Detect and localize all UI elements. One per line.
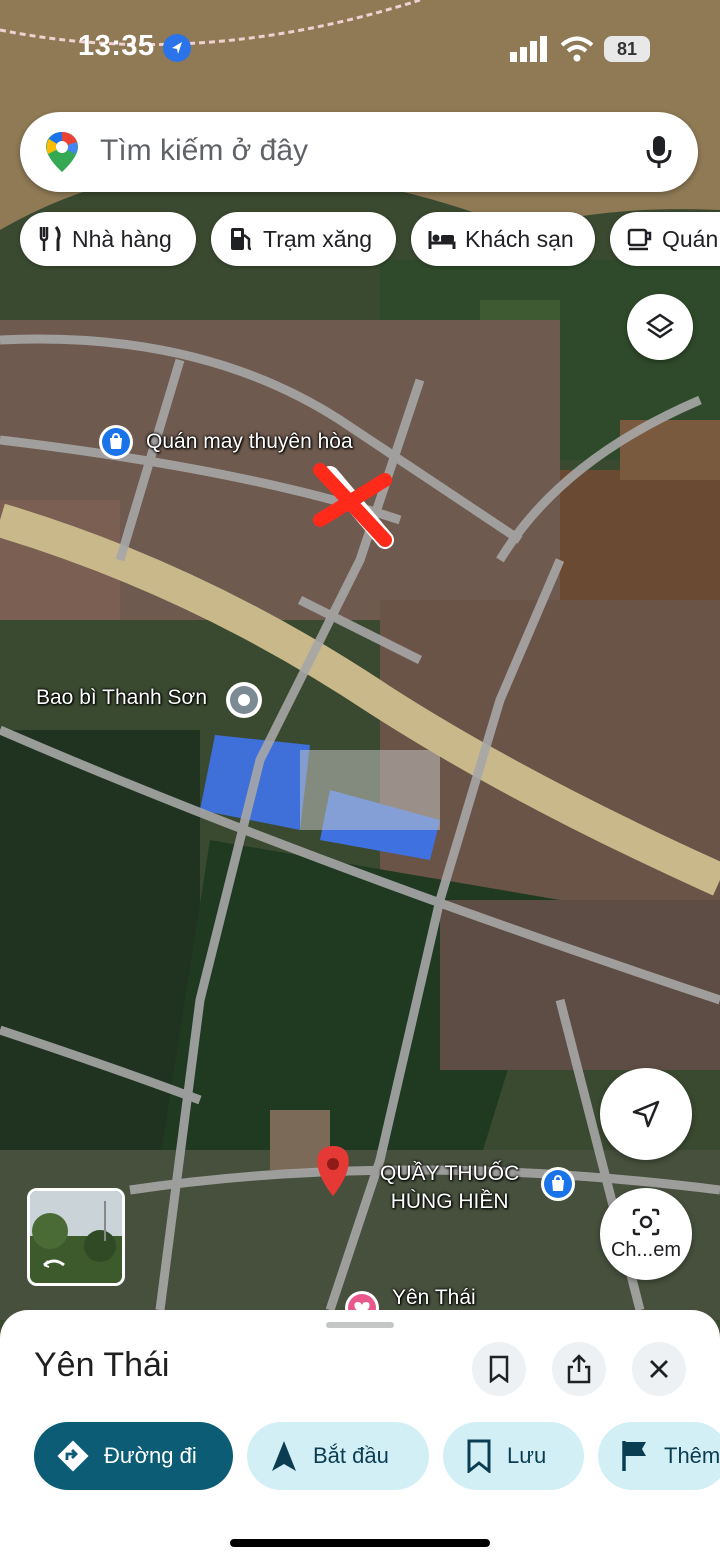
save-button[interactable]: Lưu (443, 1422, 584, 1490)
bed-icon (428, 231, 456, 249)
camera-search-button[interactable]: Ch...em (600, 1188, 692, 1280)
location-arrow-icon (163, 34, 191, 62)
save-icon-button[interactable] (472, 1342, 526, 1396)
camera-button-label: Ch...em (610, 1238, 682, 1261)
map-label-place[interactable]: Quán may thuyên hòa (146, 430, 353, 454)
bookmark-icon (467, 1439, 491, 1473)
chip-label: Trạm xăng (263, 225, 373, 252)
chip-hotels[interactable]: Khách sạn (411, 212, 595, 266)
chip-gas-stations[interactable]: Trạm xăng (211, 212, 396, 266)
close-button[interactable] (632, 1342, 686, 1396)
map-label-pharmacy[interactable]: QUẦY THUỐC HÙNG HIỀN (380, 1160, 519, 1216)
map-label-line: QUẦY THUỐC (380, 1162, 520, 1185)
directions-icon (57, 1440, 89, 1472)
microphone-icon[interactable] (644, 134, 674, 175)
home-indicator[interactable] (230, 1539, 490, 1547)
chip-label: Quán (662, 225, 719, 252)
flag-icon (622, 1441, 646, 1471)
google-maps-logo-icon (44, 130, 80, 179)
directions-label: Đường đi (104, 1443, 197, 1468)
place-title: Yên Thái (34, 1346, 170, 1384)
status-time: 13:35 (78, 30, 155, 62)
start-button[interactable]: Bắt đầu (247, 1422, 429, 1490)
chip-cafes[interactable]: Quán (610, 212, 720, 266)
map-label-line: HÙNG HIỀN (390, 1190, 509, 1213)
share-icon (567, 1354, 591, 1384)
navigation-arrow-icon (632, 1100, 660, 1128)
more-button[interactable]: Thêm (598, 1422, 720, 1490)
coffee-cup-icon (627, 228, 652, 251)
camera-icon (632, 1208, 660, 1235)
more-label: Thêm (664, 1443, 720, 1468)
chip-label: Nhà hàng (72, 225, 172, 252)
chip-restaurants[interactable]: Nhà hàng (20, 212, 196, 266)
chip-label: Khách sạn (465, 225, 574, 252)
signal-icon (510, 36, 550, 67)
navigation-arrow-icon (272, 1441, 296, 1471)
shopping-bag-marker-icon[interactable] (540, 1166, 576, 1207)
map-label-place[interactable]: Bao bì Thanh Sơn (36, 686, 207, 710)
close-icon (650, 1360, 668, 1378)
battery-icon: 81 (604, 36, 650, 62)
sheet-drag-handle[interactable] (326, 1322, 394, 1328)
my-location-button[interactable] (600, 1068, 692, 1160)
place-marker-icon[interactable] (224, 680, 264, 725)
search-input[interactable]: Tìm kiếm ở đây (100, 134, 308, 168)
save-label: Lưu (507, 1443, 547, 1468)
directions-button[interactable]: Đường đi (34, 1422, 233, 1490)
gas-pump-icon (231, 228, 252, 251)
bookmark-icon (489, 1355, 509, 1383)
fork-knife-icon (39, 226, 61, 251)
wifi-icon (560, 36, 594, 67)
layers-button[interactable] (627, 294, 693, 360)
map-label-place[interactable]: Yên Thái (392, 1286, 476, 1310)
layers-icon (645, 313, 675, 339)
share-button[interactable] (552, 1342, 606, 1396)
start-label: Bắt đầu (313, 1443, 389, 1468)
street-view-thumbnail[interactable] (27, 1188, 125, 1286)
shopping-bag-marker-icon[interactable] (98, 424, 134, 465)
